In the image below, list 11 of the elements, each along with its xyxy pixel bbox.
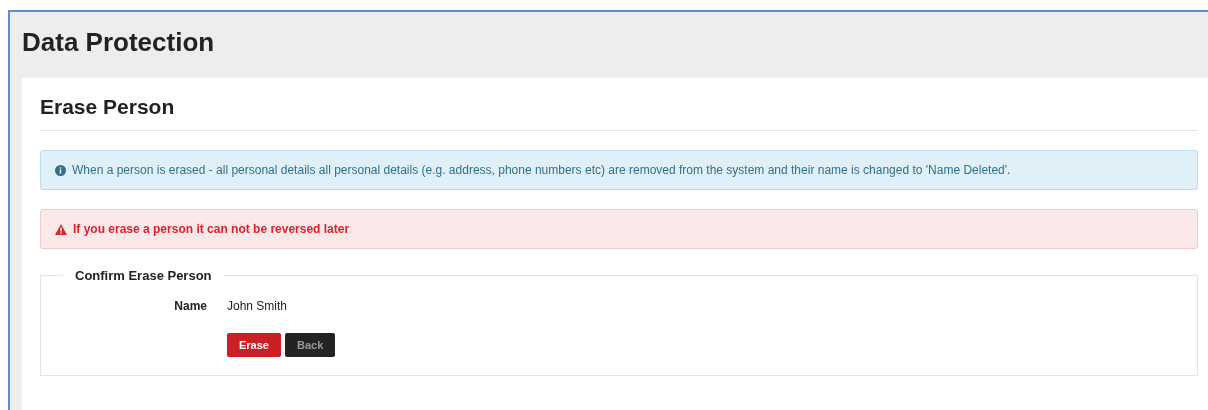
erase-button[interactable]: Erase — [227, 333, 281, 357]
info-icon — [55, 164, 66, 176]
field-label: Name — [173, 299, 207, 313]
warning-icon — [55, 223, 67, 235]
alert-text: When a person is erased - all personal details all personal details (e.g. address, phone numbers etc) are removed from the system and their name is changed to 'Name Deleted'. — [72, 163, 1011, 177]
fieldset-legend: Confirm Erase Person — [63, 268, 224, 283]
field-value: John Smith — [227, 299, 288, 313]
panel-title: Erase Person — [40, 95, 1198, 131]
page-title: Data Protection — [22, 26, 216, 58]
back-button[interactable]: Back — [285, 333, 336, 357]
alert-text: If you erase a person it can not be reversed later — [73, 222, 350, 236]
